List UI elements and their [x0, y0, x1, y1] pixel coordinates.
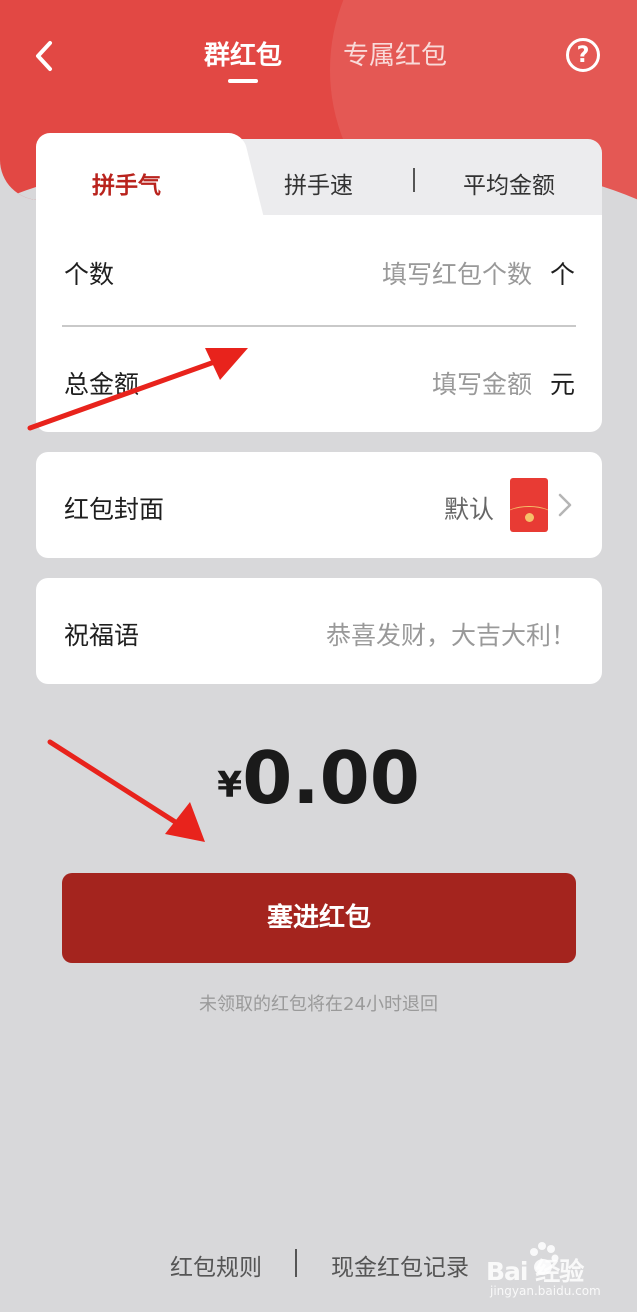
tab-exclusive-packet[interactable]: 专属红包 [343, 36, 447, 76]
packet-rules-link[interactable]: 红包规则 [170, 1248, 262, 1282]
count-unit: 个 [550, 260, 576, 289]
amount-value: 0.00 [242, 736, 420, 820]
packet-records-link[interactable]: 现金红包记录 [331, 1248, 469, 1282]
total-amount-display: ¥0.00 [0, 736, 637, 820]
total-amount-input[interactable]: 填写金额 [432, 365, 532, 401]
total-amount-label: 总金额 [64, 370, 140, 399]
help-icon: ? [576, 42, 590, 68]
wish-input[interactable]: 恭喜发财，大吉大利！ [326, 616, 576, 652]
count-label: 个数 [64, 260, 115, 289]
total-amount-unit: 元 [550, 370, 576, 399]
cover-thumbnail [510, 478, 548, 532]
amount-form-card: 个数 填写红包个数 个 总金额 填写金额 元 [36, 215, 602, 432]
baidu-jingyan-watermark: Bai 经验 jingyan.baidu.com [486, 1240, 616, 1304]
wish-label: 祝福语 [64, 621, 140, 650]
wish-row[interactable]: 祝福语 恭喜发财，大吉大利！ [36, 578, 602, 684]
back-icon [36, 41, 52, 71]
cover-value: 默认 [443, 495, 494, 524]
baidu-paw-icon [530, 1242, 559, 1275]
packet-type-lucky[interactable]: 拼手气 [92, 166, 161, 200]
active-tab-indicator [228, 79, 258, 83]
cover-label: 红包封面 [64, 495, 165, 524]
count-input[interactable]: 填写红包个数 [382, 255, 532, 291]
tab-group-packet[interactable]: 群红包 [204, 36, 282, 76]
packet-type-separator [413, 168, 415, 192]
help-button[interactable]: ? [566, 38, 600, 72]
back-button[interactable] [24, 36, 64, 76]
currency-symbol: ¥ [217, 765, 243, 806]
refund-notice: 未领取的红包将在24小时退回 [199, 994, 438, 1015]
watermark-url: jingyan.baidu.com [490, 1284, 601, 1298]
cover-row[interactable]: 红包封面 默认 [36, 452, 602, 558]
form-divider [62, 325, 576, 327]
footer-separator [295, 1249, 297, 1277]
packet-type-fast[interactable]: 拼手速 [284, 166, 353, 200]
submit-packet-button[interactable]: 塞进红包 [62, 873, 576, 963]
packet-type-average[interactable]: 平均金额 [463, 166, 555, 200]
chevron-right-icon [558, 493, 572, 517]
